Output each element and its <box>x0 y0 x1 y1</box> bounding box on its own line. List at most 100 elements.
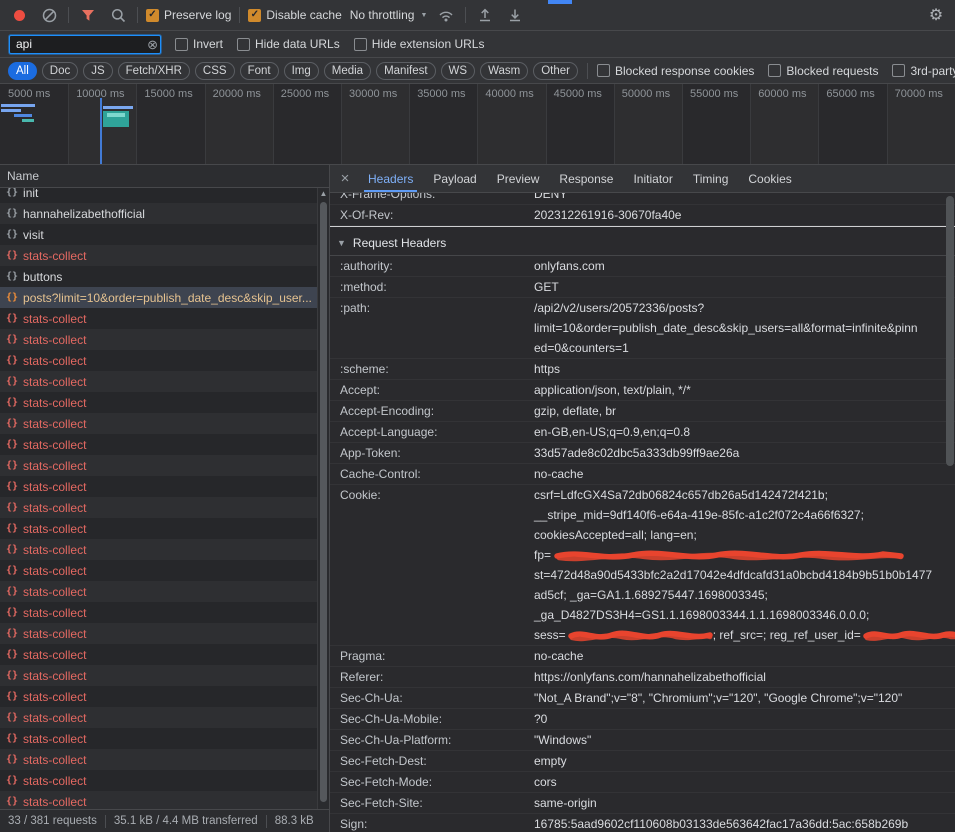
script-icon: {} <box>6 712 18 723</box>
filter-pill-manifest[interactable]: Manifest <box>376 62 435 80</box>
checkbox-3rd-party-requests[interactable]: 3rd-party requests <box>892 64 955 78</box>
request-row[interactable]: {}stats-collect <box>0 476 329 497</box>
column-header-name[interactable]: Name <box>0 165 329 188</box>
filter-pill-ws[interactable]: WS <box>441 62 476 80</box>
tab-initiator[interactable]: Initiator <box>623 165 682 192</box>
request-name: stats-collect <box>23 312 86 326</box>
header-name: X-Of-Rev: <box>330 205 534 225</box>
timeline-gridline <box>136 84 137 164</box>
request-row[interactable]: {}stats-collect <box>0 749 329 770</box>
request-row[interactable]: {}stats-collect <box>0 392 329 413</box>
filter-pill-media[interactable]: Media <box>324 62 371 80</box>
request-row[interactable]: {}stats-collect <box>0 644 329 665</box>
request-row[interactable]: {}posts?limit=10&order=publish_date_desc… <box>0 287 329 308</box>
tab-payload[interactable]: Payload <box>423 165 486 192</box>
tab-timing[interactable]: Timing <box>683 165 739 192</box>
search-button[interactable] <box>107 5 129 25</box>
request-row[interactable]: {}stats-collect <box>0 728 329 749</box>
filter-pill-js[interactable]: JS <box>83 62 112 80</box>
request-row[interactable]: {}hannahelizabethofficial <box>0 203 329 224</box>
filter-pill-other[interactable]: Other <box>533 62 578 80</box>
tab-response[interactable]: Response <box>549 165 623 192</box>
request-row[interactable]: {}stats-collect <box>0 371 329 392</box>
export-har-button[interactable] <box>504 5 526 25</box>
request-name: stats-collect <box>23 375 86 389</box>
record-icon <box>14 10 25 21</box>
request-row[interactable]: {}stats-collect <box>0 308 329 329</box>
request-list-scrollbar[interactable]: ▲ <box>317 188 329 809</box>
request-row[interactable]: {}stats-collect <box>0 791 329 809</box>
hide-data-urls-checkbox[interactable]: Hide data URLs <box>237 37 340 51</box>
request-row[interactable]: {}stats-collect <box>0 455 329 476</box>
scrollbar-thumb[interactable] <box>320 202 327 802</box>
request-row[interactable]: {}stats-collect <box>0 245 329 266</box>
request-row[interactable]: {}stats-collect <box>0 518 329 539</box>
type-filter-checkboxes: Blocked response cookies Blocked requests… <box>597 64 955 78</box>
timeline-overview[interactable]: 5000 ms10000 ms15000 ms20000 ms25000 ms3… <box>0 84 955 165</box>
invert-checkbox[interactable]: Invert <box>175 37 223 51</box>
timeline-tick: 15000 ms <box>144 88 192 100</box>
script-icon: {} <box>6 481 18 492</box>
request-row[interactable]: {}visit <box>0 224 329 245</box>
tab-headers[interactable]: Headers <box>358 165 423 192</box>
type-filter-bar: All Doc JS Fetch/XHR CSS Font Img Media Manifest… <box>0 58 955 84</box>
request-name: stats-collect <box>23 690 86 704</box>
request-row[interactable]: {}stats-collect <box>0 665 329 686</box>
request-row[interactable]: {}stats-collect <box>0 413 329 434</box>
timeline-tick: 40000 ms <box>485 88 533 100</box>
request-row[interactable]: {}stats-collect <box>0 707 329 728</box>
scroll-up-icon[interactable]: ▲ <box>318 188 329 200</box>
filter-pill-img[interactable]: Img <box>284 62 319 80</box>
header-name: Sign: <box>330 814 534 832</box>
settings-button[interactable]: ⚙ <box>925 5 947 25</box>
request-row[interactable]: {}stats-collect <box>0 329 329 350</box>
request-row[interactable]: {}init <box>0 188 329 203</box>
request-row[interactable]: {}stats-collect <box>0 539 329 560</box>
checkbox-blocked-requests[interactable]: Blocked requests <box>768 64 878 78</box>
filter-pill-all[interactable]: All <box>8 62 37 80</box>
timeline-gridline <box>818 84 819 164</box>
blue-artifact <box>548 0 572 4</box>
network-conditions-button[interactable] <box>435 5 457 25</box>
filter-toggle-button[interactable] <box>77 5 99 25</box>
request-headers-section[interactable]: ▼ Request Headers <box>330 231 955 256</box>
request-name: stats-collect <box>23 564 86 578</box>
filter-pill-wasm[interactable]: Wasm <box>480 62 528 80</box>
clear-button[interactable] <box>38 5 60 25</box>
request-row[interactable]: {}stats-collect <box>0 686 329 707</box>
disable-cache-checkbox[interactable]: ✓ Disable cache <box>248 8 341 22</box>
record-button[interactable] <box>8 5 30 25</box>
checkbox-blocked-response-cookies[interactable]: Blocked response cookies <box>597 64 754 78</box>
filter-pill-css[interactable]: CSS <box>195 62 235 80</box>
throttling-select[interactable]: No throttling ▼ <box>350 8 428 22</box>
close-icon[interactable]: × <box>332 165 358 192</box>
filter-pill-font[interactable]: Font <box>240 62 279 80</box>
request-row[interactable]: {}stats-collect <box>0 581 329 602</box>
waterfall-bar <box>1 104 35 107</box>
request-row[interactable]: {}buttons <box>0 266 329 287</box>
request-row[interactable]: {}stats-collect <box>0 602 329 623</box>
tab-cookies[interactable]: Cookies <box>738 165 801 192</box>
details-scrollbar-thumb[interactable] <box>946 196 954 466</box>
request-row[interactable]: {}stats-collect <box>0 770 329 791</box>
filter-pill-doc[interactable]: Doc <box>42 62 78 80</box>
request-name: stats-collect <box>23 438 86 452</box>
request-name: stats-collect <box>23 354 86 368</box>
clear-filter-icon[interactable]: ⊗ <box>147 37 158 53</box>
timeline-gridline <box>409 84 410 164</box>
request-row[interactable]: {}stats-collect <box>0 497 329 518</box>
filter-bar: ⊗ Invert Hide data URLs Hide extension U… <box>0 31 955 58</box>
tab-preview[interactable]: Preview <box>487 165 550 192</box>
request-row[interactable]: {}stats-collect <box>0 623 329 644</box>
filter-input[interactable] <box>9 35 161 54</box>
filter-pill-fetch-xhr[interactable]: Fetch/XHR <box>118 62 190 80</box>
request-row[interactable]: {}stats-collect <box>0 434 329 455</box>
import-har-button[interactable] <box>474 5 496 25</box>
header-value-line: "Windows" <box>534 730 947 750</box>
timeline-tick: 60000 ms <box>758 88 806 100</box>
preserve-log-checkbox[interactable]: ✓ Preserve log <box>146 8 231 22</box>
headers-panel[interactable]: X-Frame-Options: DENY X-Of-Rev: 20231226… <box>330 193 955 832</box>
hide-extension-urls-checkbox[interactable]: Hide extension URLs <box>354 37 485 51</box>
request-row[interactable]: {}stats-collect <box>0 350 329 371</box>
request-row[interactable]: {}stats-collect <box>0 560 329 581</box>
